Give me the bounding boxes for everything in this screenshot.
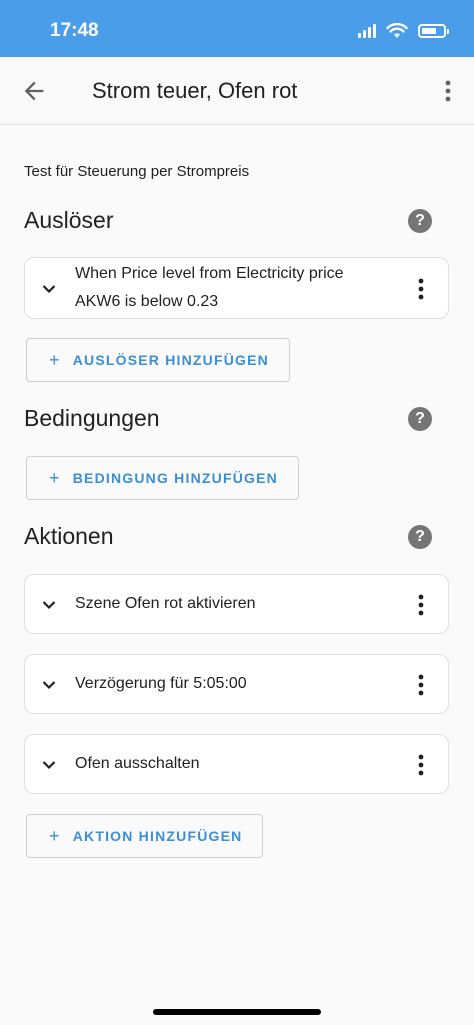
arrow-left-icon[interactable] (20, 77, 48, 105)
automation-description: Test für Steuerung per Strompreis (24, 163, 250, 180)
signal-icon (358, 24, 376, 38)
action-label: Ofen ausschalten (75, 755, 200, 772)
trigger-label-line-1: When Price level from Electricity price (75, 265, 344, 282)
chevron-down-icon[interactable] (41, 757, 57, 773)
conditions-title: Bedingungen (24, 405, 160, 431)
triggers-title: Auslöser (24, 207, 114, 233)
chevron-down-icon[interactable] (41, 281, 57, 297)
add-action-button[interactable]: + AKTION HINZUFÜGEN (26, 814, 264, 858)
trigger-label-line-2: AKW6 is below 0.23 (75, 293, 219, 310)
plus-icon: + (49, 825, 61, 846)
plus-icon: + (49, 349, 61, 370)
chevron-down-icon[interactable] (41, 677, 57, 693)
plus-icon: + (49, 467, 61, 488)
action-card[interactable]: Verzögerung für 5:05:00 (24, 654, 449, 714)
help-circle-icon[interactable]: ? (408, 209, 432, 233)
more-vert-icon[interactable] (418, 594, 424, 616)
add-trigger-label: AUSLÖSER HINZUFÜGEN (72, 352, 269, 368)
add-trigger-button[interactable]: + AUSLÖSER HINZUFÜGEN (26, 338, 290, 382)
add-condition-button[interactable]: + BEDINGUNG HINZUFÜGEN (26, 456, 299, 500)
actions-title: Aktionen (24, 523, 114, 549)
status-time: 17:48 (50, 20, 99, 41)
more-vert-icon[interactable] (418, 674, 424, 696)
action-card[interactable]: Ofen ausschalten (24, 734, 449, 794)
help-circle-icon[interactable]: ? (408, 525, 432, 549)
status-icons (358, 22, 449, 40)
add-action-label: AKTION HINZUFÜGEN (72, 828, 243, 844)
action-label: Szene Ofen rot aktivieren (75, 595, 256, 612)
wifi-icon (386, 23, 408, 38)
battery-icon (418, 24, 449, 38)
action-label: Verzögerung für 5:05:00 (75, 675, 247, 692)
action-card[interactable]: Szene Ofen rot aktivieren (24, 574, 449, 634)
home-indicator[interactable] (153, 1009, 321, 1015)
help-circle-icon[interactable]: ? (408, 407, 432, 431)
chevron-down-icon[interactable] (41, 597, 57, 613)
more-vert-icon[interactable] (444, 79, 452, 103)
status-bar: 17:48 (0, 0, 474, 57)
trigger-label: When Price level from Electricity price … (75, 260, 398, 316)
page-title: Strom teuer, Ofen rot (92, 78, 298, 103)
more-vert-icon[interactable] (418, 754, 424, 776)
more-vert-icon[interactable] (418, 278, 424, 300)
trigger-card[interactable]: When Price level from Electricity price … (24, 257, 449, 319)
add-condition-label: BEDINGUNG HINZUFÜGEN (72, 470, 278, 486)
app-bar: Strom teuer, Ofen rot (0, 57, 474, 125)
